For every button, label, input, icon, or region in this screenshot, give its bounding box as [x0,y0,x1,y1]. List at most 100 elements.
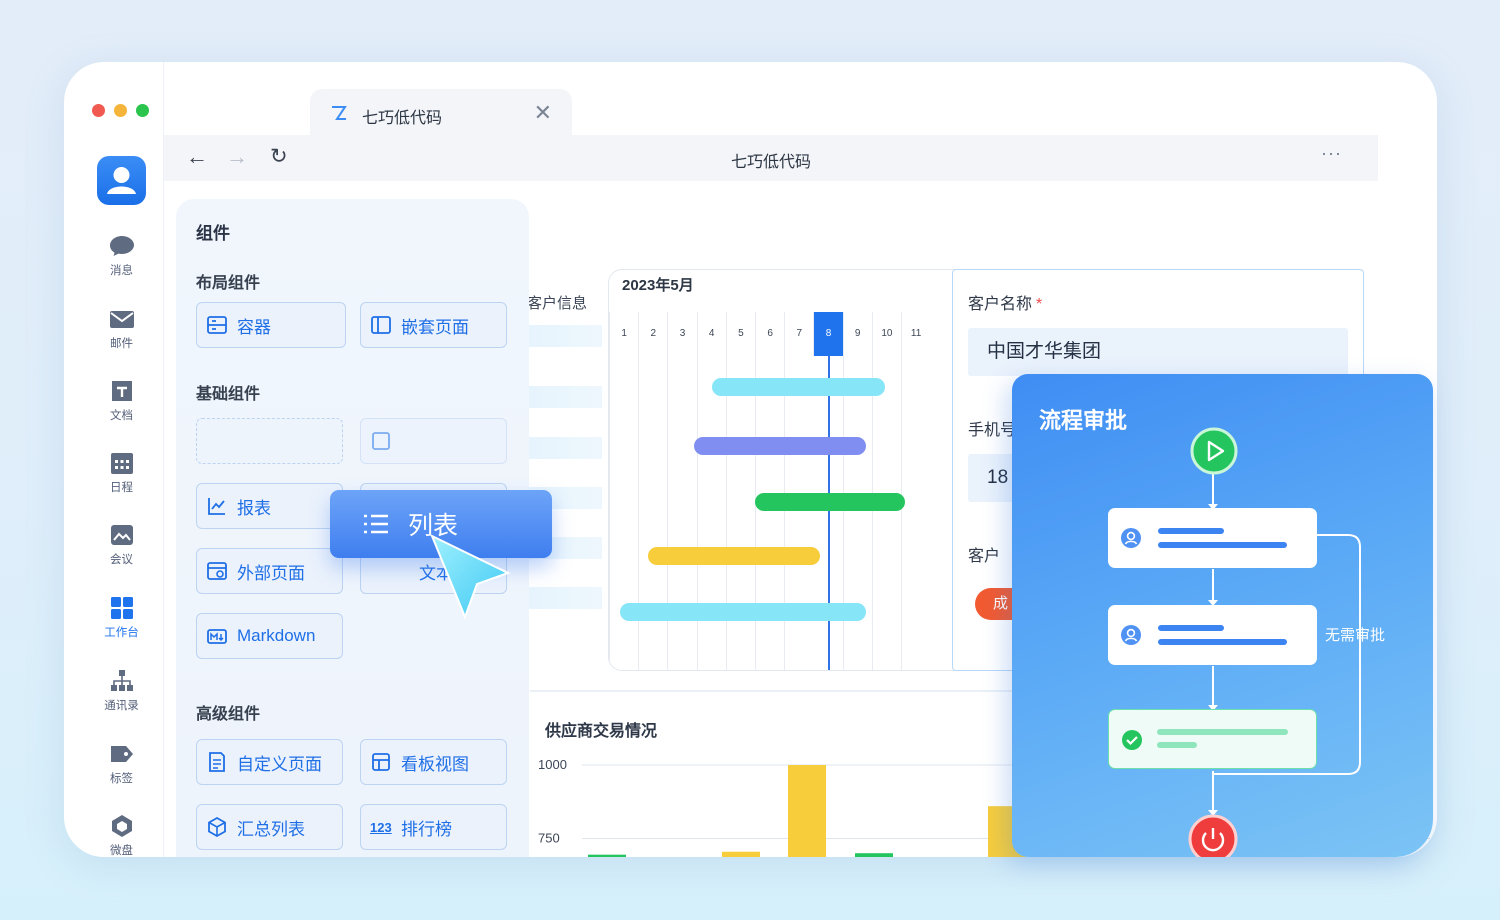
close-icon[interactable]: ✕ [534,100,552,126]
custom-page-icon [209,752,225,772]
customer-name-label: 客户名称 * [968,296,1043,313]
gantt-day[interactable]: 9 [842,312,872,356]
sidebar-item-label: 会议 [110,554,133,566]
gantt-day-header: 1 2 3 4 5 6 7 8 9 10 11 [609,312,987,356]
page-title: 七巧低代码 [730,154,811,171]
user-icon [107,167,136,194]
tab-qiqiao[interactable]: 七巧低代码 ✕ [310,89,572,137]
chart-bar[interactable] [855,853,893,857]
sidebar-item-contacts[interactable]: 通讯录 [84,669,159,713]
mail-icon [109,311,134,328]
chart-bar[interactable] [788,765,826,857]
workflow-approval-card: 流程审批 无需审批 [1012,374,1433,857]
gantt-day-today[interactable]: 8 [813,312,843,356]
gantt-bar[interactable] [620,603,866,621]
customer-name-field[interactable]: 中国才华集团 [968,328,1348,376]
gantt-bar[interactable] [648,547,820,565]
container-component[interactable]: 容器 [196,302,346,348]
component-label: 外部页面 [237,563,305,583]
customer-type-label: 客户 [968,548,1001,565]
start-node-icon[interactable] [1190,427,1238,475]
sidebar-item-tag[interactable]: 标签 [84,742,159,786]
sidebar-item-label: 通讯录 [104,700,139,712]
drop-placeholder [196,418,343,464]
user-icon [1121,625,1141,645]
advanced-components-title: 高级组件 [196,706,261,723]
approval-node-done[interactable] [1108,709,1317,769]
sidebar-item-message[interactable]: 消息 [84,234,159,278]
component-label: 报表 [237,498,271,518]
workbench-icon [110,597,133,619]
external-page-icon [207,562,227,580]
sidebar-item-calendar[interactable]: 日程 [84,451,159,495]
gantt-today-line [828,356,830,670]
sidebar-item-label: 文档 [110,410,133,422]
calendar-icon [110,453,133,474]
gantt-grid-line [609,356,610,670]
kanban-view-component[interactable]: 看板视图 [360,739,507,785]
gantt-day[interactable]: 2 [638,312,667,356]
gantt-day[interactable]: 3 [667,312,696,356]
chart-bar[interactable] [588,854,626,857]
markdown-icon [207,629,227,644]
component-label: 嵌套页面 [401,317,469,337]
user-avatar[interactable] [97,156,146,205]
panel-title: 组件 [196,224,230,243]
gantt-day[interactable]: 5 [725,312,755,356]
approval-node-1[interactable] [1108,508,1317,568]
gantt-day[interactable]: 6 [755,312,784,356]
sidebar-item-label: 邮件 [110,338,133,350]
summary-list-component[interactable]: 汇总列表 [196,804,343,850]
meeting-icon [110,525,133,545]
y-tick-label: 750 [538,831,560,846]
cursor-pointer-icon [430,533,511,620]
sidebar-item-workbench[interactable]: 工作台 [84,596,159,640]
sidebar-item-drive[interactable]: 微盘 [84,814,159,857]
custom-page-component[interactable]: 自定义页面 [196,739,343,785]
gantt-month: 2023年5月 [622,277,694,294]
basic-component-hidden[interactable] [360,418,507,464]
sidebar-item-meeting[interactable]: 会议 [84,523,159,567]
gantt-day[interactable]: 4 [696,312,726,356]
basic-components-title: 基础组件 [196,386,261,403]
gantt-bar[interactable] [712,378,885,396]
cube-icon [208,816,226,838]
gantt-bar[interactable] [755,493,905,511]
gantt-grid-line [755,356,756,670]
skip-approval-label: 无需审批 [1325,627,1386,644]
approval-node-2[interactable] [1108,605,1317,665]
gantt-bar[interactable] [694,437,866,455]
report-component[interactable]: 报表 [196,483,343,529]
nested-page-component[interactable]: 嵌套页面 [360,302,507,348]
end-node-power-icon[interactable] [1188,814,1238,857]
y-tick-label: 1000 [538,757,567,772]
chart-icon [208,498,225,515]
user-icon [1121,528,1141,548]
ranking-icon: 123 [370,819,392,835]
app-sidebar: 消息 邮件 文档 日程 会议 工作台 通讯录 标签 微盘 [64,62,164,857]
sidebar-item-mail[interactable]: 邮件 [84,307,159,351]
drive-icon [111,815,132,837]
gantt-grid-line [667,356,669,670]
check-icon [1122,730,1142,750]
sidebar-item-label: 消息 [110,265,133,277]
external-page-component[interactable]: 外部页面 [196,548,343,594]
more-icon[interactable]: ··· [1321,143,1342,164]
gantt-day[interactable]: 1 [609,312,638,356]
form-icon [372,432,390,450]
kanban-icon [372,753,390,771]
message-icon [109,236,134,256]
gantt-grid-line [784,356,786,670]
tab-title: 七巧低代码 [362,110,443,127]
gantt-day[interactable]: 10 [871,312,901,356]
layout-components-title: 布局组件 [196,275,261,292]
sidebar-item-label: 工作台 [104,627,139,639]
chart-bar[interactable] [722,851,760,857]
ranking-component[interactable]: 123 排行榜 [360,804,507,850]
markdown-component[interactable]: Markdown [196,613,343,659]
gantt-day[interactable]: 11 [901,312,930,356]
sidebar-item-doc[interactable]: 文档 [84,379,159,423]
tag-icon [110,746,133,762]
gantt-row-labels [527,289,602,671]
gantt-day[interactable]: 7 [784,312,813,356]
